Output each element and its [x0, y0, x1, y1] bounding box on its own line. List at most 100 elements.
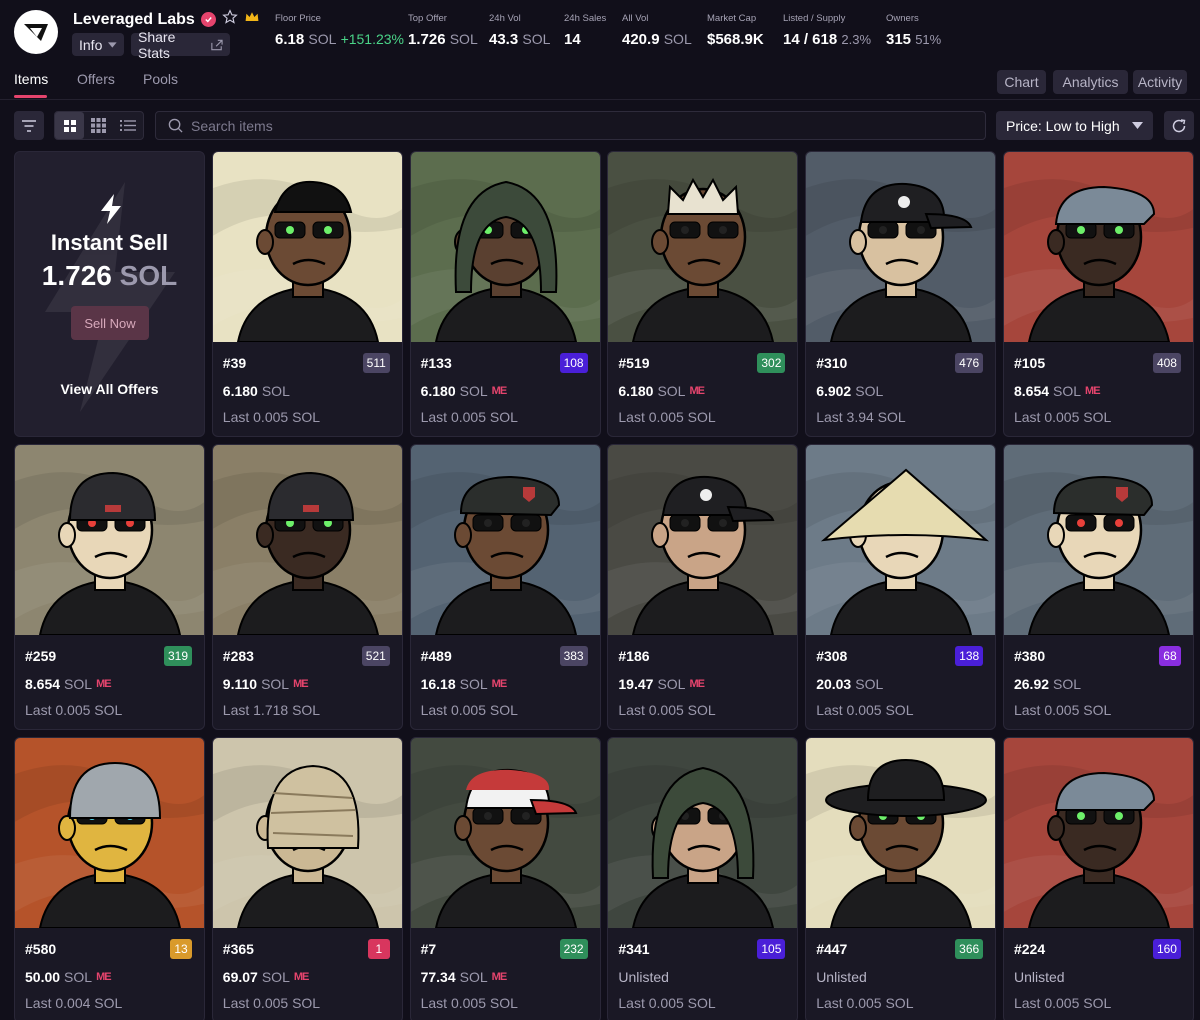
marketplace-icon: ME — [1085, 385, 1100, 397]
price-value: Unlisted — [618, 969, 669, 985]
nft-image[interactable] — [1003, 445, 1193, 635]
nft-id: #7 — [420, 941, 437, 957]
nft-image[interactable] — [410, 738, 600, 928]
rarity-rank-badge: 521 — [361, 646, 390, 666]
nft-image[interactable] — [608, 738, 798, 928]
stat-floor-price: Floor Price 6.18 SOL +151.23% — [275, 13, 404, 48]
nft-image[interactable] — [806, 152, 996, 342]
collection-logo[interactable] — [14, 10, 58, 54]
nft-image[interactable] — [608, 445, 798, 635]
view-all-offers-link[interactable]: View All Offers — [15, 381, 204, 397]
nft-card[interactable]: #7 232 77.34 SOL ME Last 0.005 SOL — [409, 737, 601, 1020]
share-stats-button[interactable]: Share Stats — [131, 29, 230, 61]
nft-card[interactable]: #341 105 Unlisted Last 0.005 SOL — [607, 737, 799, 1020]
nft-price: Unlisted — [618, 969, 669, 985]
nft-image[interactable] — [212, 738, 402, 928]
crown-icon — [244, 10, 260, 29]
nft-image[interactable] — [1003, 152, 1193, 342]
nft-card[interactable]: #519 302 6.180 SOL ME Last 0.005 SOL — [607, 151, 799, 437]
tab-offers[interactable]: Offers — [77, 71, 115, 87]
stat-value: 6.18 SOL +151.23% — [275, 31, 404, 48]
rarity-rank-badge: 138 — [955, 646, 984, 666]
nft-image[interactable] — [608, 152, 798, 342]
price-value: 20.03 — [816, 676, 852, 692]
all-vol-unit: SOL — [663, 31, 692, 47]
rarity-rank-badge: 476 — [955, 353, 984, 373]
nft-price: 16.18 SOL ME — [421, 676, 508, 692]
price-value: 77.34 — [420, 969, 456, 985]
marketplace-icon: ME — [293, 678, 308, 690]
sort-label: Price: Low to High — [1006, 117, 1120, 134]
favorite-star-icon[interactable] — [222, 9, 238, 30]
list-view-button[interactable] — [114, 112, 143, 139]
price-value: 50.00 — [25, 969, 61, 985]
nft-id: #105 — [1013, 355, 1046, 371]
nft-id: #310 — [816, 355, 848, 371]
nft-card[interactable]: #283 521 9.110 SOL ME Last 1.718 SOL — [211, 444, 403, 730]
marketplace-icon: ME — [491, 385, 507, 397]
stat-label: All Vol — [622, 13, 649, 24]
nft-id: #580 — [25, 941, 57, 957]
nft-card[interactable]: #308 138 20.03 SOL Last 0.005 SOL — [805, 444, 997, 730]
nft-card[interactable]: #447 366 Unlisted Last 0.005 SOL — [805, 737, 997, 1020]
last-sale: Last 0.005 SOL — [1013, 995, 1112, 1011]
grid-large-view-button[interactable] — [55, 112, 85, 139]
tabs-divider — [0, 99, 1200, 100]
nft-card[interactable]: #186 19.47 SOL ME Last 0.005 SOL — [607, 444, 799, 730]
nft-image[interactable] — [212, 445, 402, 635]
view-mode-toggle — [54, 111, 144, 140]
grid-small-icon — [91, 118, 107, 133]
nft-card[interactable]: #380 68 26.92 SOL Last 0.005 SOL — [1002, 444, 1194, 730]
chevron-down-icon — [1132, 122, 1143, 129]
nft-id: #519 — [618, 355, 650, 371]
grid-small-view-button[interactable] — [84, 112, 113, 139]
nft-card[interactable]: #39 511 6.180 SOL Last 0.005 SOL — [211, 151, 403, 437]
nft-card[interactable]: #580 13 50.00 SOL ME Last 0.004 SOL — [14, 737, 205, 1020]
nft-image[interactable] — [15, 445, 204, 635]
refresh-button[interactable] — [1164, 111, 1194, 140]
tab-chart[interactable]: Chart — [997, 70, 1046, 94]
tab-analytics[interactable]: Analytics — [1053, 70, 1128, 94]
nft-image[interactable] — [15, 738, 204, 928]
nft-card[interactable]: #133 108 6.180 SOL ME Last 0.005 SOL — [409, 151, 601, 437]
nft-id: #380 — [1013, 648, 1046, 664]
nft-image[interactable] — [212, 152, 402, 342]
tab-pools[interactable]: Pools — [143, 71, 178, 87]
nft-card[interactable]: #105 408 8.654 SOL ME Last 0.005 SOL — [1002, 151, 1194, 437]
nft-price: 6.902 SOL — [816, 383, 883, 399]
stat-listed-supply: Listed / Supply 14 / 618 2.3% — [783, 13, 871, 48]
nft-id: #259 — [25, 648, 57, 664]
nft-card[interactable]: #259 319 8.654 SOL ME Last 0.005 SOL — [14, 444, 205, 730]
price-value: 9.110 — [222, 676, 258, 692]
marketplace-icon: ME — [293, 971, 309, 983]
nft-price: 50.00 SOL ME — [25, 969, 112, 985]
items-grid: Instant Sell 1.726 SOL Sell Now View All… — [14, 151, 1194, 1020]
sell-now-button[interactable]: Sell Now — [71, 306, 149, 340]
nft-card[interactable]: #365 1 69.07 SOL ME Last 0.005 SOL — [211, 737, 403, 1020]
nft-image[interactable] — [410, 445, 600, 635]
rarity-rank-badge: 232 — [559, 939, 588, 959]
stat-value: 1.726 SOL — [408, 31, 478, 48]
stat-owners: Owners 315 51% — [886, 13, 941, 48]
nft-card[interactable]: #310 476 6.902 SOL Last 3.94 SOL — [805, 151, 997, 437]
filter-button[interactable] — [14, 111, 44, 140]
nft-image[interactable] — [806, 738, 996, 928]
info-dropdown[interactable]: Info — [72, 33, 124, 56]
tab-activity[interactable]: Activity — [1133, 70, 1187, 94]
price-unit: SOL — [459, 969, 488, 985]
nft-card[interactable]: #224 160 Unlisted Last 0.005 SOL — [1002, 737, 1194, 1020]
nft-image[interactable] — [410, 152, 600, 342]
tab-items[interactable]: Items — [14, 71, 48, 87]
search-input[interactable] — [191, 117, 971, 134]
rarity-rank-badge: 1 — [367, 939, 390, 959]
nft-card[interactable]: #489 383 16.18 SOL ME Last 0.005 SOL — [409, 444, 601, 730]
instant-sell-title: Instant Sell — [50, 230, 169, 255]
stat-label: Market Cap — [707, 13, 757, 24]
nft-image[interactable] — [806, 445, 996, 635]
sort-dropdown[interactable]: Price: Low to High — [996, 111, 1153, 140]
nft-price: 6.180 SOL — [223, 383, 290, 399]
last-sale: Last 1.718 SOL — [222, 702, 321, 718]
filter-icon — [22, 119, 36, 132]
top-offer-unit: SOL — [449, 31, 478, 47]
nft-image[interactable] — [1003, 738, 1193, 928]
